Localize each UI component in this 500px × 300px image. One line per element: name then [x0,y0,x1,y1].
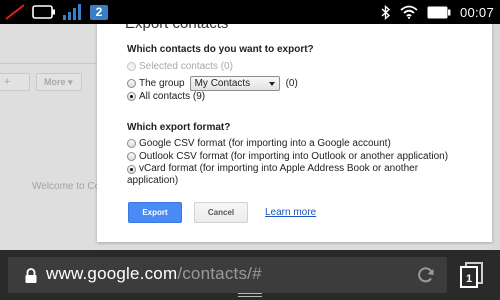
battery-icon [32,5,55,19]
signal-bars-icon [63,4,81,20]
wifi-icon [400,5,418,19]
group-select[interactable]: My Contacts [189,76,280,91]
page-left-panel: + More ▾ Welcome to Co [0,24,101,250]
radio-google-csv[interactable] [127,139,136,148]
clock: 00:07 [459,4,494,20]
option-group[interactable]: The group My Contacts (0) [127,76,298,91]
radio-all-contacts[interactable] [127,92,136,101]
group-select-value: My Contacts [194,78,251,89]
url-path: /contacts/# [177,264,262,283]
status-bar-left: 2 [4,2,108,22]
option-all-contacts[interactable]: All contacts (9) [127,91,205,102]
status-bar: 2 00:07 [0,0,500,24]
battery-full-icon [427,6,451,18]
option-vcard-label: vCard format (for importing into Apple A… [139,163,419,174]
url-field[interactable]: www.google.com/contacts/# [8,257,447,293]
sim-badge: 2 [90,4,108,20]
bluetooth-icon [381,4,391,20]
more-button: More ▾ [36,73,82,91]
lock-icon [25,268,37,283]
group-count: (0) [285,78,298,89]
no-signal-icon [5,4,25,20]
drag-handle[interactable] [238,293,262,300]
dialog-title: Export contacts [125,24,228,32]
status-bar-right: 00:07 [381,0,494,24]
welcome-text: Welcome to Co [32,181,101,192]
radio-group[interactable] [127,79,136,88]
page-right-edge [492,24,500,250]
export-button[interactable]: Export [128,202,182,223]
radio-selected-contacts [127,62,136,71]
tabs-icon[interactable]: 1 [460,262,484,288]
divider [0,63,97,64]
format-question: Which export format? [127,122,231,133]
svg-text:1: 1 [466,273,472,285]
url-text[interactable]: www.google.com/contacts/# [46,264,262,284]
option-vcard[interactable]: vCard format (for importing into Apple A… [127,163,467,187]
cancel-button[interactable]: Cancel [194,202,248,223]
option-google-csv[interactable]: Google CSV format (for importing into a … [127,138,391,149]
option-google-csv-label: Google CSV format (for importing into a … [139,138,391,149]
option-outlook-csv[interactable]: Outlook CSV format (for importing into O… [127,151,448,162]
contacts-question: Which contacts do you want to export? [127,44,314,55]
add-contact-button: + [0,73,30,91]
option-outlook-csv-label: Outlook CSV format (for importing into O… [139,151,449,162]
browser-toolbar: www.google.com/contacts/# 1 [0,250,500,300]
reload-icon[interactable] [416,265,436,285]
option-vcard-label-cont: application) [127,175,179,186]
learn-more-link[interactable]: Learn more [265,207,316,218]
url-host: www.google.com [46,264,178,283]
radio-outlook-csv[interactable] [127,152,136,161]
export-dialog: Export contacts Which contacts do you wa… [97,24,492,242]
option-selected-contacts-label: Selected contacts (0) [139,61,233,72]
option-all-contacts-label: All contacts (9) [139,91,206,102]
chevron-down-icon [268,81,275,86]
option-group-label: The group [139,78,185,89]
option-selected-contacts: Selected contacts (0) [127,61,233,72]
radio-vcard[interactable] [127,165,136,174]
